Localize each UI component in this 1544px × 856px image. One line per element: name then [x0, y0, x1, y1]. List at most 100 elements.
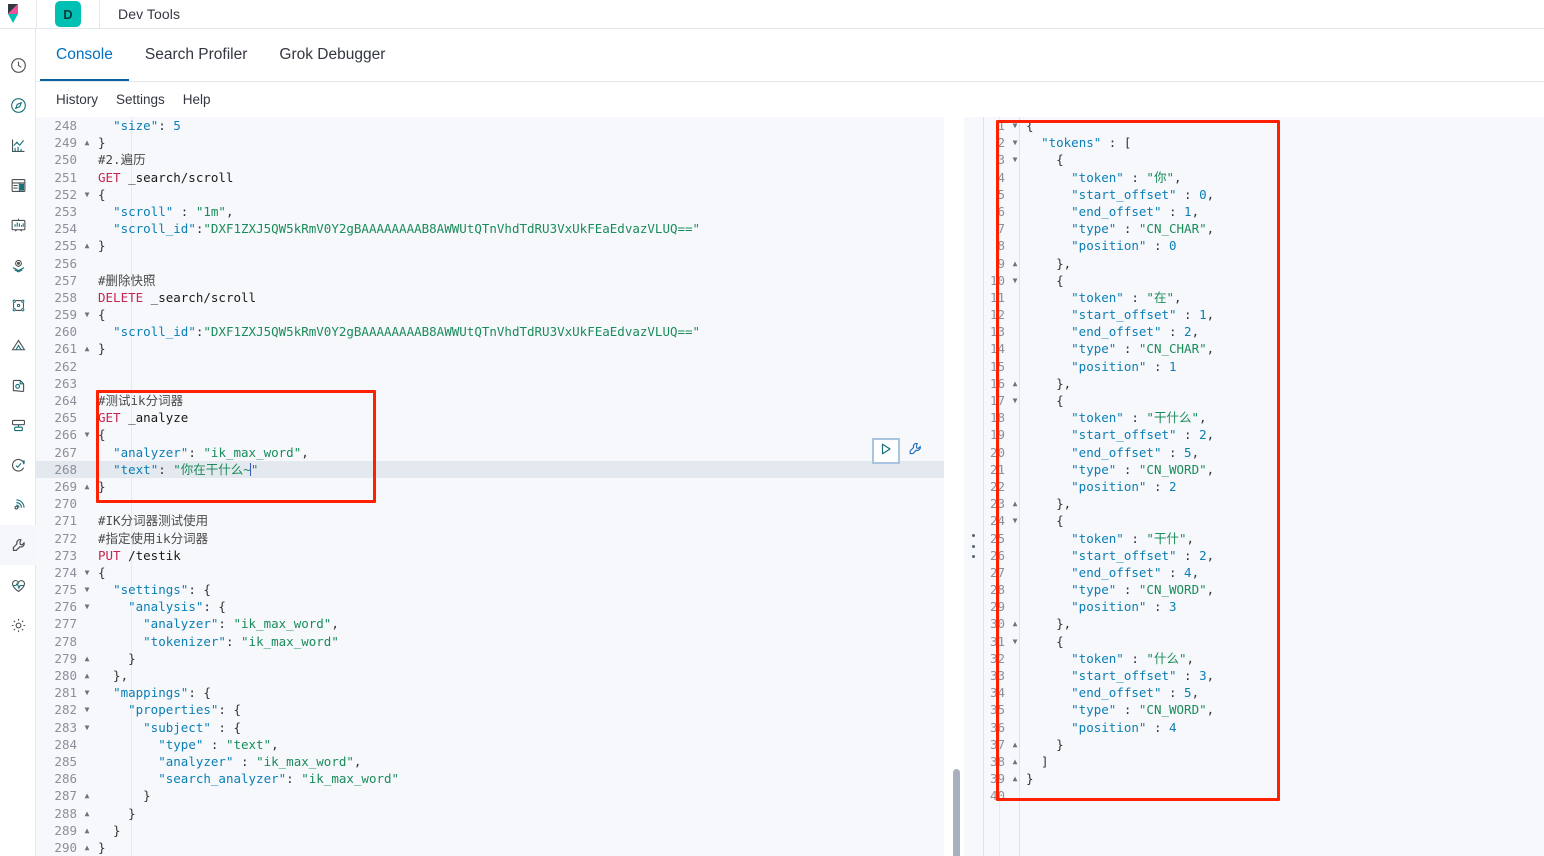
fold-toggle-icon[interactable]: ▲	[80, 805, 94, 822]
code-line[interactable]: 272 #指定使用ik分词器	[36, 530, 944, 547]
code-line[interactable]: 10 ▼ {	[964, 272, 1544, 289]
fold-toggle-icon[interactable]: ▼	[80, 581, 94, 598]
code-line[interactable]: 21 "type" : "CN_WORD",	[964, 461, 1544, 478]
sidebar-item-discover[interactable]	[0, 85, 36, 125]
sidebar-item-apm[interactable]	[0, 405, 36, 445]
fold-toggle-icon[interactable]: ▲	[80, 839, 94, 856]
fold-toggle-icon[interactable]: ▼	[80, 701, 94, 718]
code-line[interactable]: 17 ▼ {	[964, 392, 1544, 409]
code-line[interactable]: 34 "end_offset" : 5,	[964, 684, 1544, 701]
code-line[interactable]: 267 "analyzer": "ik_max_word",	[36, 444, 944, 461]
sidebar-item-management[interactable]	[0, 605, 36, 645]
code-line[interactable]: 19 "start_offset" : 2,	[964, 426, 1544, 443]
subnav-history[interactable]: History	[56, 92, 98, 107]
code-line[interactable]: 3 ▼ {	[964, 151, 1544, 168]
code-line[interactable]: 258 DELETE _search/scroll	[36, 289, 944, 306]
code-line[interactable]: 271 #IK分词器测试使用	[36, 512, 944, 529]
code-line[interactable]: 11 "token" : "在",	[964, 289, 1544, 306]
sidebar-item-canvas[interactable]	[0, 205, 36, 245]
code-line[interactable]: 268 "text": "你在干什么~"	[36, 460, 944, 478]
code-line[interactable]: 263	[36, 375, 944, 392]
code-line[interactable]: 256	[36, 255, 944, 272]
sidebar-item-logs[interactable]	[0, 365, 36, 405]
code-line[interactable]: 270	[36, 495, 944, 512]
code-line[interactable]: 262	[36, 358, 944, 375]
fold-toggle-icon[interactable]: ▼	[80, 426, 94, 443]
code-line[interactable]: 250 #2.遍历	[36, 151, 944, 168]
console-menu-button[interactable]	[904, 440, 926, 462]
code-line[interactable]: 249 ▲}	[36, 134, 944, 151]
sidebar-item-siem[interactable]	[0, 485, 36, 525]
code-line[interactable]: 26 "start_offset" : 2,	[964, 547, 1544, 564]
code-line[interactable]: 284 "type" : "text",	[36, 736, 944, 753]
code-line[interactable]: 13 "end_offset" : 2,	[964, 323, 1544, 340]
sidebar-item-dev-tools[interactable]	[0, 525, 36, 565]
space-selector[interactable]: D	[37, 0, 99, 29]
code-line[interactable]: 23 ▲ },	[964, 495, 1544, 512]
code-line[interactable]: 253 "scroll" : "1m",	[36, 203, 944, 220]
sidebar-item-recently-viewed[interactable]	[0, 45, 36, 85]
code-line[interactable]: 265 GET _analyze	[36, 409, 944, 426]
fold-toggle-icon[interactable]: ▼	[80, 564, 94, 581]
code-line[interactable]: 275 ▼ "settings": {	[36, 581, 944, 598]
fold-toggle-icon[interactable]: ▲	[80, 667, 94, 684]
code-line[interactable]: 36 "position" : 4	[964, 719, 1544, 736]
sidebar-item-infrastructure[interactable]	[0, 325, 36, 365]
code-line[interactable]: 276 ▼ "analysis": {	[36, 598, 944, 615]
code-line[interactable]: 7 "type" : "CN_CHAR",	[964, 220, 1544, 237]
code-line[interactable]: 39 ▲}	[964, 770, 1544, 787]
code-line[interactable]: 257 #删除快照	[36, 272, 944, 289]
code-line[interactable]: 282 ▼ "properties": {	[36, 701, 944, 718]
code-line[interactable]: 4 "token" : "你",	[964, 169, 1544, 186]
tab-grok-debugger[interactable]: Grok Debugger	[263, 29, 401, 81]
elastic-logo-icon[interactable]	[0, 0, 36, 29]
code-line[interactable]: 20 "end_offset" : 5,	[964, 444, 1544, 461]
code-line[interactable]: 37 ▲ }	[964, 736, 1544, 753]
code-line[interactable]: 5 "start_offset" : 0,	[964, 186, 1544, 203]
code-line[interactable]: 22 "position" : 2	[964, 478, 1544, 495]
subnav-settings[interactable]: Settings	[116, 92, 165, 107]
code-line[interactable]: 30 ▲ },	[964, 615, 1544, 632]
code-line[interactable]: 33 "start_offset" : 3,	[964, 667, 1544, 684]
fold-toggle-icon[interactable]: ▲	[80, 237, 94, 254]
sidebar-item-maps[interactable]	[0, 245, 36, 285]
code-line[interactable]: 277 "analyzer": "ik_max_word",	[36, 615, 944, 632]
code-line[interactable]: 261 ▲}	[36, 340, 944, 357]
sidebar-item-dashboard[interactable]	[0, 165, 36, 205]
code-line[interactable]: 16 ▲ },	[964, 375, 1544, 392]
code-line[interactable]: 251 GET _search/scroll	[36, 169, 944, 186]
fold-toggle-icon[interactable]: ▼	[80, 598, 94, 615]
code-line[interactable]: 285 "analyzer" : "ik_max_word",	[36, 753, 944, 770]
code-line[interactable]: 254 "scroll_id":"DXF1ZXJ5QW5kRmV0Y2gBAAA…	[36, 220, 944, 237]
code-line[interactable]: 281 ▼ "mappings": {	[36, 684, 944, 701]
code-line[interactable]: 279 ▲ }	[36, 650, 944, 667]
code-line[interactable]: 28 "type" : "CN_WORD",	[964, 581, 1544, 598]
code-line[interactable]: 9 ▲ },	[964, 255, 1544, 272]
code-line[interactable]: 266 ▼{	[36, 426, 944, 443]
fold-toggle-icon[interactable]: ▲	[80, 478, 94, 495]
code-line[interactable]: 252 ▼{	[36, 186, 944, 203]
code-line[interactable]: 288 ▲ }	[36, 805, 944, 822]
fold-toggle-icon[interactable]: ▲	[80, 134, 94, 151]
code-line[interactable]: 25 "token" : "干什",	[964, 530, 1544, 547]
code-line[interactable]: 280 ▲ },	[36, 667, 944, 684]
code-line[interactable]: 8 "position" : 0	[964, 237, 1544, 254]
code-line[interactable]: 40	[964, 787, 1544, 804]
code-line[interactable]: 274 ▼{	[36, 564, 944, 581]
tab-search-profiler[interactable]: Search Profiler	[129, 29, 264, 81]
code-line[interactable]: 255 ▲}	[36, 237, 944, 254]
code-line[interactable]: 2 ▼ "tokens" : [	[964, 134, 1544, 151]
subnav-help[interactable]: Help	[183, 92, 211, 107]
code-line[interactable]: 278 "tokenizer": "ik_max_word"	[36, 633, 944, 650]
request-code[interactable]: 248 "size": 5 249 ▲} 250 #2.遍历 251 GET _search…	[36, 117, 944, 856]
fold-toggle-icon[interactable]: ▲	[80, 787, 94, 804]
code-line[interactable]: 6 "end_offset" : 1,	[964, 203, 1544, 220]
sidebar-item-machine-learning[interactable]	[0, 285, 36, 325]
fold-toggle-icon[interactable]: ▲	[80, 340, 94, 357]
send-request-button[interactable]	[872, 438, 900, 464]
code-line[interactable]: 12 "start_offset" : 1,	[964, 306, 1544, 323]
code-line[interactable]: 289 ▲ }	[36, 822, 944, 839]
code-line[interactable]: 29 "position" : 3	[964, 598, 1544, 615]
code-line[interactable]: 286 "search_analyzer": "ik_max_word"	[36, 770, 944, 787]
code-line[interactable]: 283 ▼ "subject" : {	[36, 719, 944, 736]
